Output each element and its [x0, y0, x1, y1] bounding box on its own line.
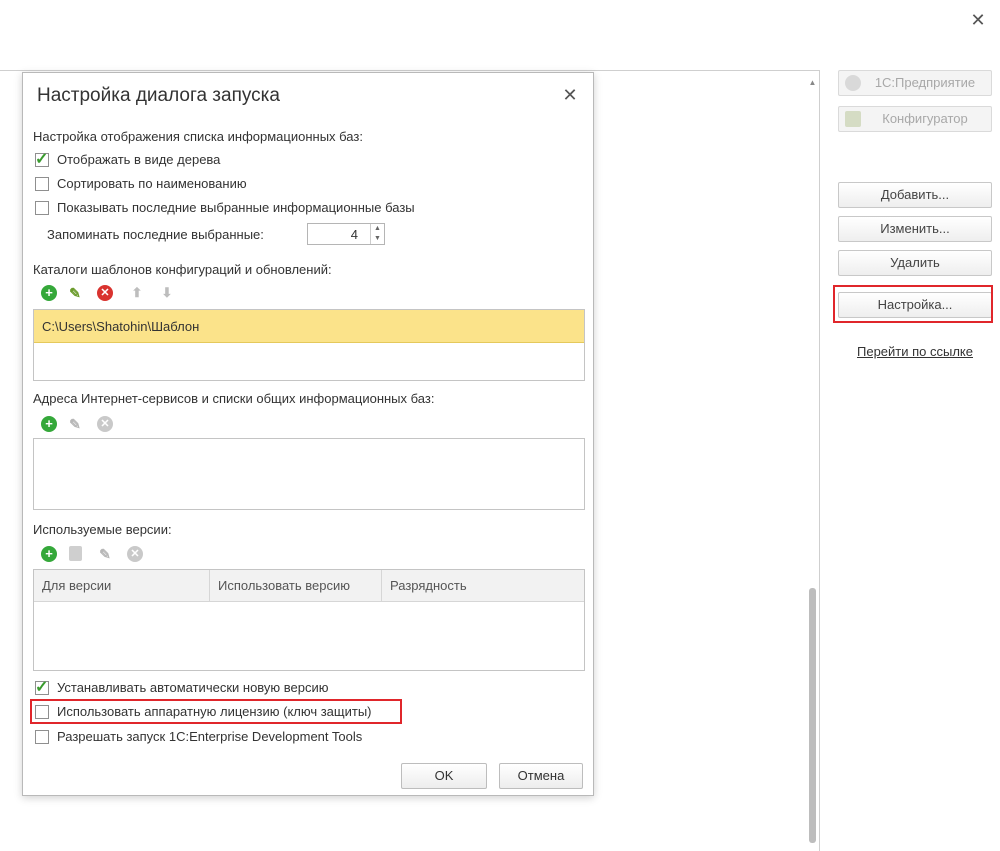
section-internet-label: Адреса Интернет-сервисов и списки общих …: [33, 391, 435, 406]
templates-list[interactable]: C:\Users\Shatohin\Шаблон: [33, 309, 585, 381]
checkbox-edt[interactable]: [35, 730, 49, 744]
divider: [819, 70, 820, 851]
move-down-icon[interactable]: ⬇: [159, 285, 175, 301]
launch-settings-dialog: Настройка диалога запуска ✕ Настройка от…: [22, 72, 594, 796]
section-templates-label: Каталоги шаблонов конфигураций и обновле…: [33, 262, 332, 277]
close-icon[interactable]: ✕: [560, 85, 580, 105]
section-display-label: Настройка отображения списка информацион…: [33, 129, 363, 144]
delete-template-icon[interactable]: ✕: [97, 285, 113, 301]
ok-button[interactable]: OK: [401, 763, 487, 789]
cancel-button[interactable]: Отмена: [499, 763, 583, 789]
remember-count-value: 4: [350, 227, 358, 242]
enterprise-icon: [845, 75, 861, 91]
remember-count-stepper[interactable]: 4 ▲ ▼: [307, 223, 385, 245]
add-address-icon[interactable]: +: [41, 416, 57, 432]
checkbox-auto-version[interactable]: ✓: [35, 679, 49, 696]
versions-table[interactable]: Для версии Использовать версию Разряднос…: [33, 569, 585, 671]
checkbox-sort[interactable]: [35, 177, 49, 191]
checkbox-tree[interactable]: ✓: [35, 151, 49, 168]
template-path: C:\Users\Shatohin\Шаблон: [42, 319, 200, 334]
internet-services-list[interactable]: [33, 438, 585, 510]
window-close-icon[interactable]: ✕: [966, 8, 990, 32]
configurator-icon: [845, 111, 861, 127]
column-header[interactable]: Использовать версию: [210, 570, 382, 602]
delete-version-icon[interactable]: ✕: [127, 546, 143, 562]
edit-address-icon[interactable]: ✎: [67, 416, 83, 432]
add-button[interactable]: Добавить...: [838, 182, 992, 208]
edit-button[interactable]: Изменить...: [838, 216, 992, 242]
divider: [0, 70, 820, 71]
checkbox-recent-label: Показывать последние выбранные информаци…: [57, 200, 415, 215]
edit-template-icon[interactable]: ✎: [67, 285, 83, 301]
add-version-icon[interactable]: +: [41, 546, 57, 562]
checkbox-edt-label: Разрешать запуск 1С:Enterprise Developme…: [57, 729, 363, 744]
highlight-frame: [833, 285, 993, 323]
column-header[interactable]: Разрядность: [382, 570, 584, 602]
move-up-icon[interactable]: ⬆: [129, 285, 145, 301]
add-template-icon[interactable]: +: [41, 285, 57, 301]
vertical-scrollbar[interactable]: [809, 588, 816, 843]
checkbox-sort-label: Сортировать по наименованию: [57, 176, 247, 191]
stepper-arrows-icon[interactable]: ▲ ▼: [370, 224, 384, 244]
checkbox-recent[interactable]: [35, 201, 49, 215]
list-item[interactable]: C:\Users\Shatohin\Шаблон: [34, 310, 584, 343]
dialog-title: Настройка диалога запуска: [37, 85, 280, 106]
section-versions-label: Используемые версии:: [33, 522, 172, 537]
delete-address-icon[interactable]: ✕: [97, 416, 113, 432]
edit-version-icon[interactable]: ✎: [97, 546, 113, 562]
delete-button[interactable]: Удалить: [838, 250, 992, 276]
configurator-button[interactable]: Конфигуратор: [838, 106, 992, 132]
copy-version-icon[interactable]: [69, 546, 82, 561]
go-to-link[interactable]: Перейти по ссылке: [838, 344, 992, 359]
enterprise-button[interactable]: 1С:Предприятие: [838, 70, 992, 96]
check-icon: ✓: [35, 679, 49, 696]
checkbox-auto-version-label: Устанавливать автоматически новую версию: [57, 680, 329, 695]
scroll-up-icon[interactable]: ▲: [808, 78, 817, 87]
highlight-frame: [30, 699, 402, 724]
column-header[interactable]: Для версии: [34, 570, 210, 602]
check-icon: ✓: [35, 151, 49, 168]
checkbox-tree-label: Отображать в виде дерева: [57, 152, 221, 167]
remember-label: Запоминать последние выбранные:: [47, 227, 264, 242]
